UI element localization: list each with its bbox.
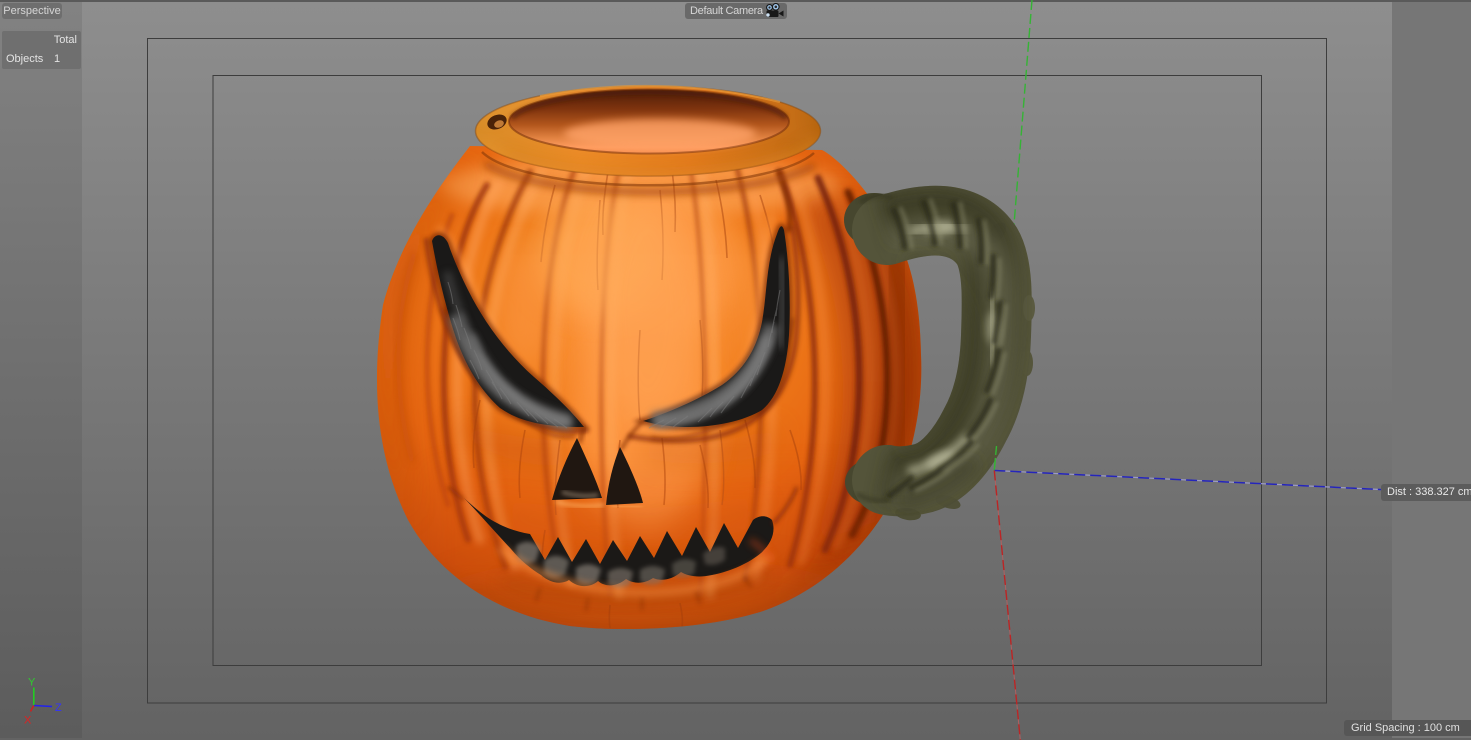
svg-text:X: X <box>24 715 32 727</box>
svg-text:Z: Z <box>55 702 62 714</box>
svg-text:Y: Y <box>28 677 36 689</box>
